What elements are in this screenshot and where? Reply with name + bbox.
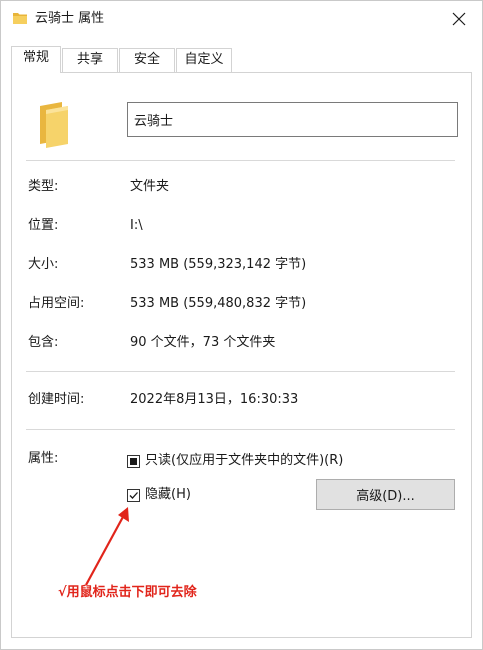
size-on-disk-value: 533 MB (559,480,832 字节) — [130, 296, 307, 311]
location-label: 位置: — [28, 218, 59, 233]
close-button[interactable] — [436, 1, 482, 37]
readonly-checkbox-label: 只读(仅应用于文件夹中的文件)(R) — [145, 453, 344, 468]
tab-sharing-label: 共享 — [76, 52, 103, 67]
folder-icon — [13, 13, 27, 24]
tab-security[interactable]: 安全 — [119, 48, 175, 72]
location-value: I:\ — [130, 218, 143, 233]
tab-security-label: 安全 — [133, 52, 160, 67]
tab-customize[interactable]: 自定义 — [176, 48, 232, 72]
hidden-checkbox[interactable] — [127, 488, 140, 502]
contains-label: 包含: — [28, 335, 59, 350]
annotation-text: √用鼠标点击下即可去除 — [58, 585, 197, 600]
window-title: 云骑士 属性 — [35, 11, 105, 26]
type-value: 文件夹 — [130, 179, 170, 194]
divider — [26, 160, 455, 161]
tab-general-label: 常规 — [22, 50, 49, 65]
title-bar[interactable]: 云骑士 属性 — [1, 1, 482, 37]
size-value: 533 MB (559,323,142 字节) — [130, 257, 307, 272]
divider — [26, 371, 455, 372]
general-panel: 类型: 文件夹 位置: I:\ 大小: 533 MB (559,323,142 … — [11, 72, 472, 638]
advanced-button[interactable]: 高级(D)... — [316, 479, 455, 510]
tab-customize-label: 自定义 — [184, 52, 224, 67]
checkmark-icon — [129, 491, 138, 499]
tab-sharing[interactable]: 共享 — [62, 48, 118, 72]
folder-large-icon — [40, 102, 68, 148]
size-label: 大小: — [28, 257, 59, 272]
type-label: 类型: — [28, 179, 59, 194]
created-label: 创建时间: — [28, 392, 85, 407]
contains-value: 90 个文件，73 个文件夹 — [130, 335, 276, 350]
attributes-label: 属性: — [28, 451, 59, 466]
size-on-disk-label: 占用空间: — [28, 296, 85, 311]
divider — [26, 429, 455, 430]
properties-window: 云骑士 属性 常规 共享 安全 自定义 类型: 文件夹 位置: — [0, 0, 483, 650]
tab-general[interactable]: 常规 — [11, 46, 61, 73]
readonly-checkbox-row[interactable]: 只读(仅应用于文件夹中的文件)(R) — [127, 453, 343, 469]
annotation-arrow-icon — [85, 507, 129, 586]
hidden-checkbox-label: 隐藏(H) — [145, 487, 191, 502]
created-value: 2022年8月13日，16:30:33 — [130, 392, 299, 407]
close-icon — [452, 12, 466, 26]
readonly-checkbox[interactable] — [127, 454, 140, 468]
folder-name-field[interactable] — [127, 102, 458, 137]
